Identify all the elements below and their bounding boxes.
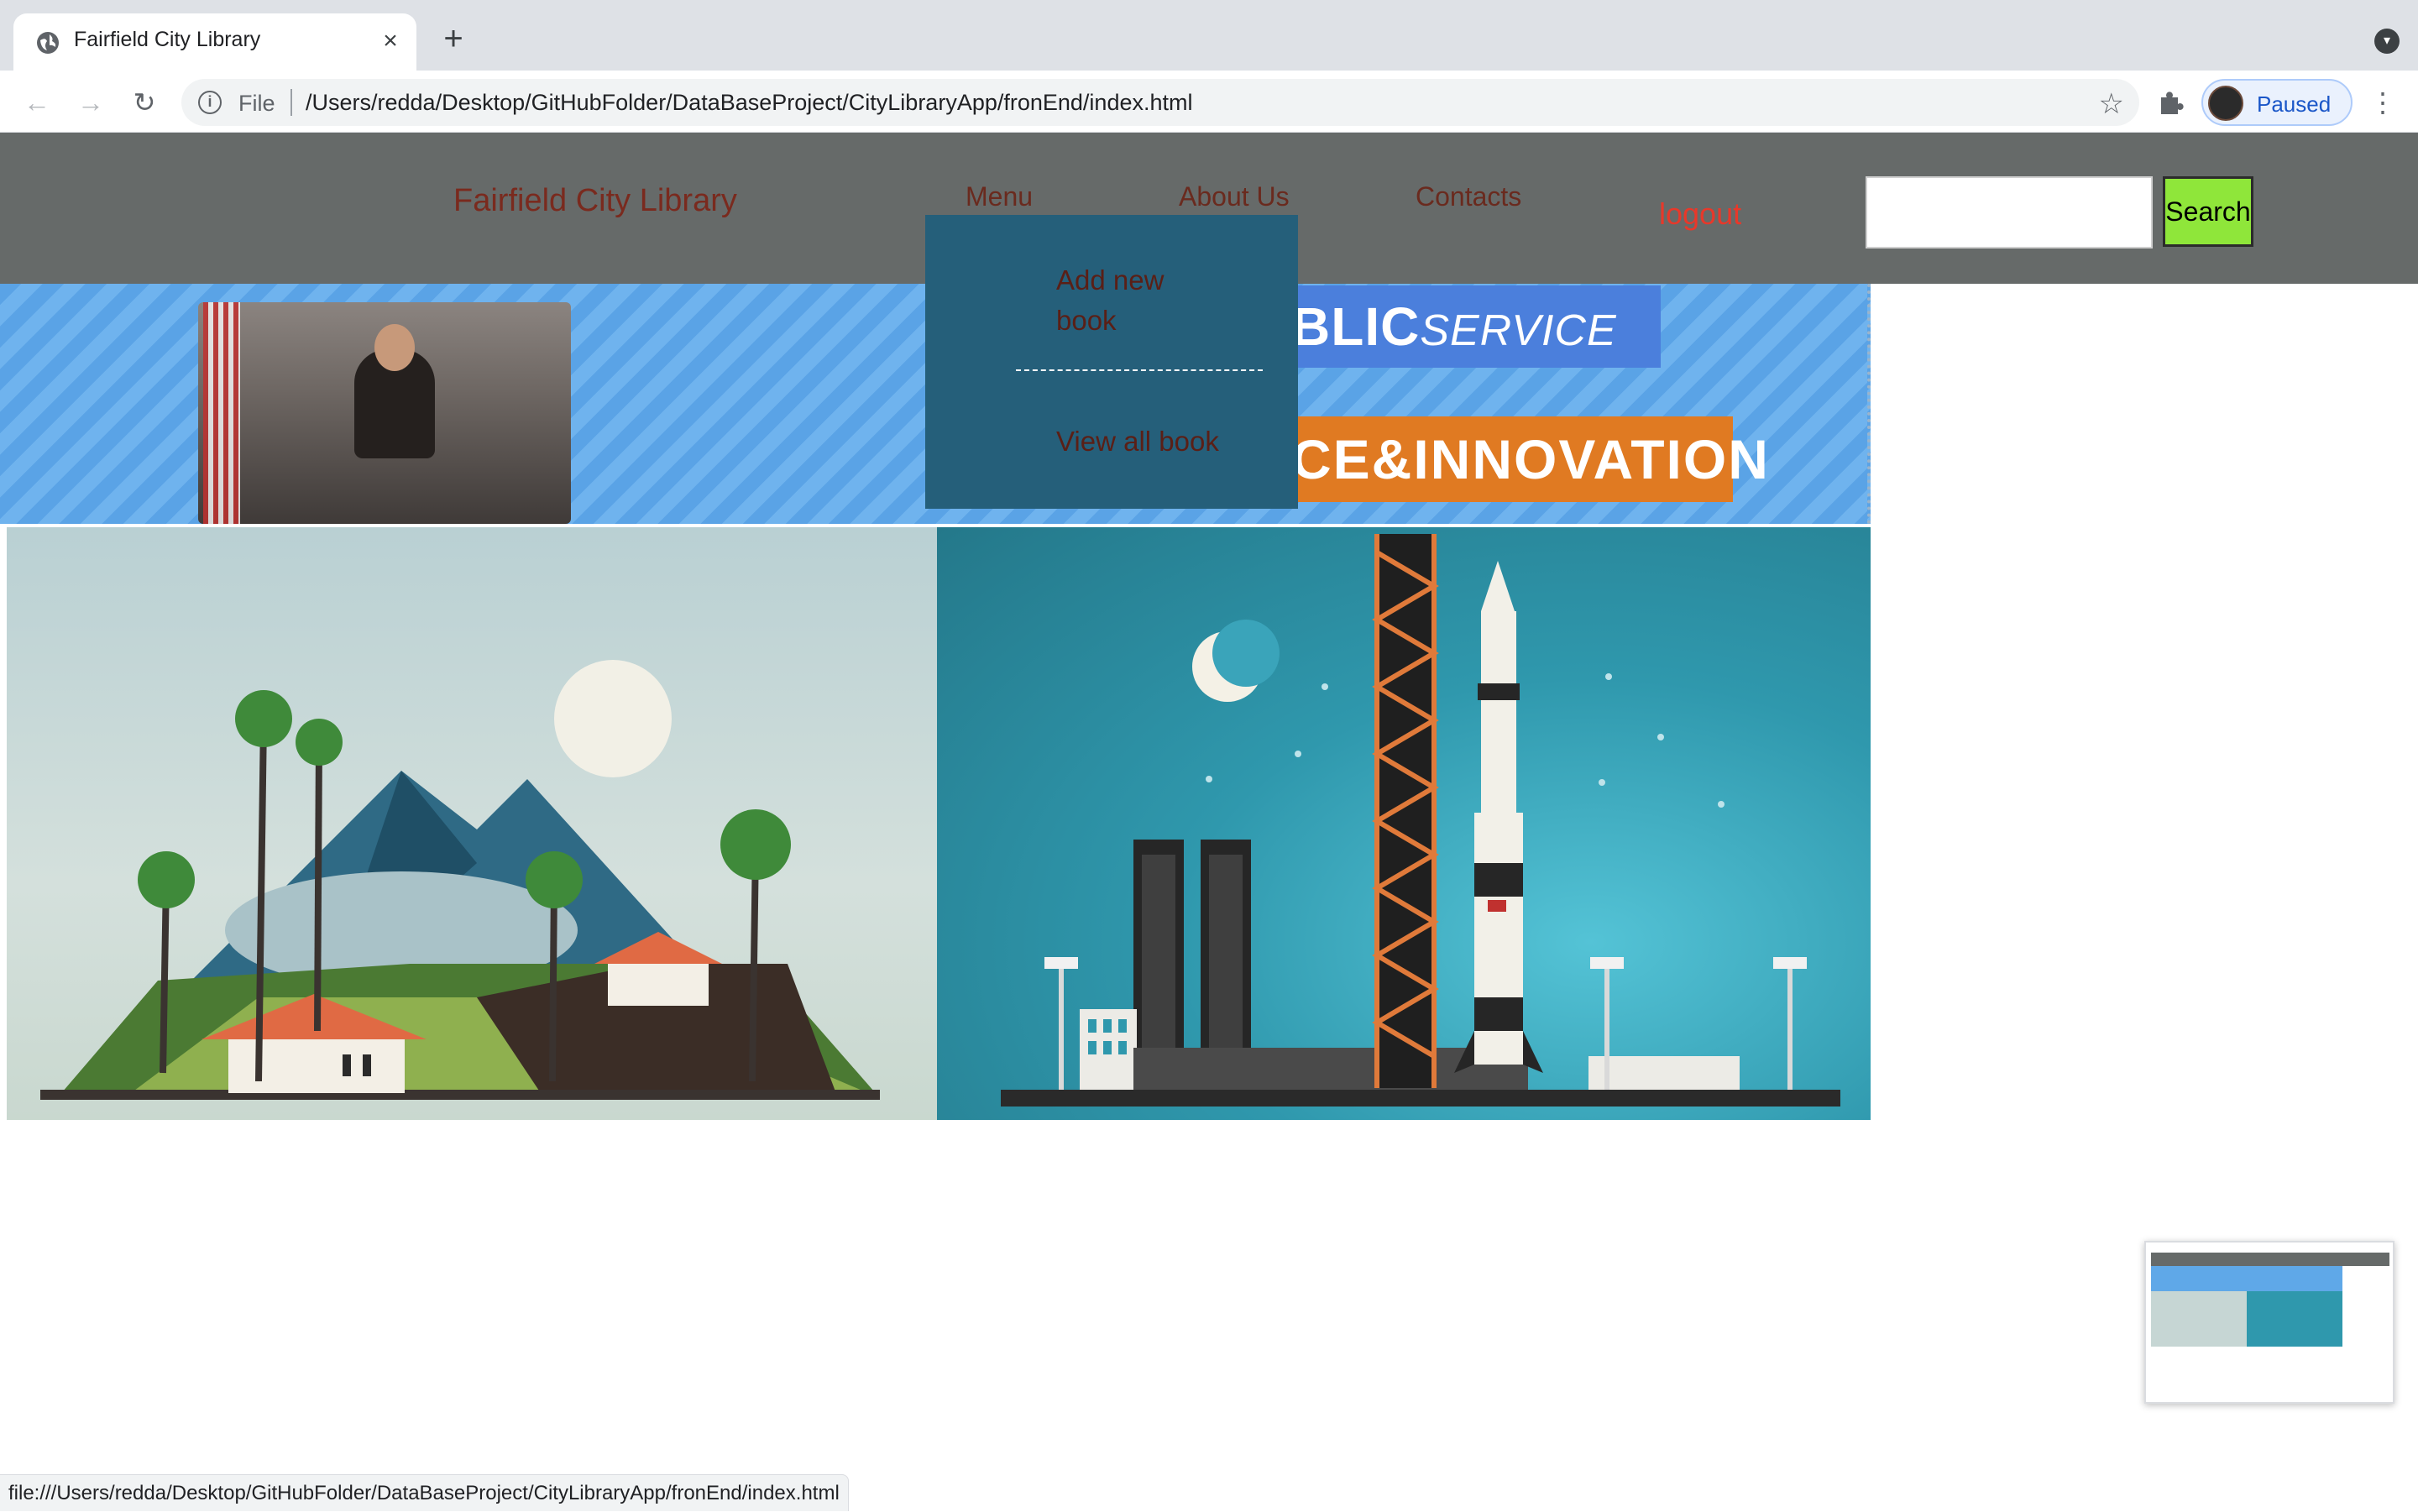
tab-search-icon[interactable]: ▾: [2374, 29, 2400, 54]
speech-photo: [198, 302, 571, 524]
address-bar[interactable]: i File /Users/redda/Desktop/GitHubFolder…: [181, 79, 2139, 126]
bookmark-star-icon[interactable]: ☆: [2099, 87, 2124, 121]
thumbnail-banner: [2151, 1266, 2342, 1291]
speaker-figure: [354, 324, 435, 458]
status-bar-url: file:///Users/redda/Desktop/GitHubFolder…: [0, 1474, 849, 1511]
village-illustration: [7, 527, 937, 1120]
nav-contacts[interactable]: Contacts: [1416, 181, 1521, 212]
view-all-book-link[interactable]: View all book: [1056, 421, 1219, 462]
browser-toolbar: ← → ↻ i File /Users/redda/Desktop/GitHub…: [0, 71, 2418, 133]
extensions-puzzle-icon[interactable]: [2154, 87, 2185, 118]
nav-menu[interactable]: Menu: [966, 181, 1033, 212]
reload-icon[interactable]: ↻: [128, 86, 161, 119]
dropdown-divider: [1016, 369, 1263, 371]
flag-image: [203, 302, 240, 524]
new-tab-button[interactable]: +: [437, 22, 470, 55]
thumbnail-header: [2151, 1253, 2389, 1266]
menu-dropdown: Add new book View all book: [925, 215, 1298, 509]
public-service-text: BLIC: [1291, 296, 1421, 357]
service-text: SERVICE: [1420, 306, 1617, 355]
tab-title: Fairfield City Library: [74, 28, 261, 51]
forward-arrow-icon[interactable]: →: [74, 86, 107, 119]
search-input[interactable]: [1866, 176, 2153, 249]
tab-close-icon[interactable]: ×: [376, 27, 405, 55]
profile-status-label: Paused: [2257, 92, 2332, 117]
page-thumbnail: [2144, 1241, 2394, 1404]
village-art: [40, 660, 880, 1100]
browser-tabstrip: Fairfield City Library × + ▾: [0, 0, 2418, 71]
url-text[interactable]: /Users/redda/Desktop/GitHubFolder/DataBa…: [306, 90, 1192, 116]
page-content: Fairfield City Library Menu About Us Con…: [0, 133, 2418, 1511]
add-new-book-link[interactable]: Add new book: [1056, 260, 1224, 341]
info-icon[interactable]: i: [198, 91, 222, 114]
thumbnail-right-illustration: [2247, 1291, 2342, 1347]
browser-tab[interactable]: Fairfield City Library ×: [13, 13, 416, 71]
omnibox-divider: [290, 89, 292, 116]
public-service-tag: BLICSERVICE: [1291, 285, 1661, 368]
rocket-art: [1001, 534, 1840, 1107]
profile-button[interactable]: Paused: [2201, 79, 2353, 126]
logout-link[interactable]: logout: [1659, 196, 1741, 232]
site-brand[interactable]: Fairfield City Library: [453, 183, 737, 219]
avatar: [2208, 86, 2243, 121]
rocket-illustration: [937, 527, 1871, 1120]
thumbnail-left-illustration: [2151, 1291, 2247, 1347]
search-button[interactable]: Search: [2163, 176, 2253, 247]
back-arrow-icon[interactable]: ←: [20, 86, 54, 119]
more-options-icon[interactable]: ⋮: [2369, 86, 2396, 119]
nav-about-us[interactable]: About Us: [1179, 181, 1290, 212]
innovation-tag: CE&INNOVATION: [1291, 416, 1768, 502]
globe-icon: [37, 32, 59, 54]
scheme-label: File: [238, 91, 275, 116]
